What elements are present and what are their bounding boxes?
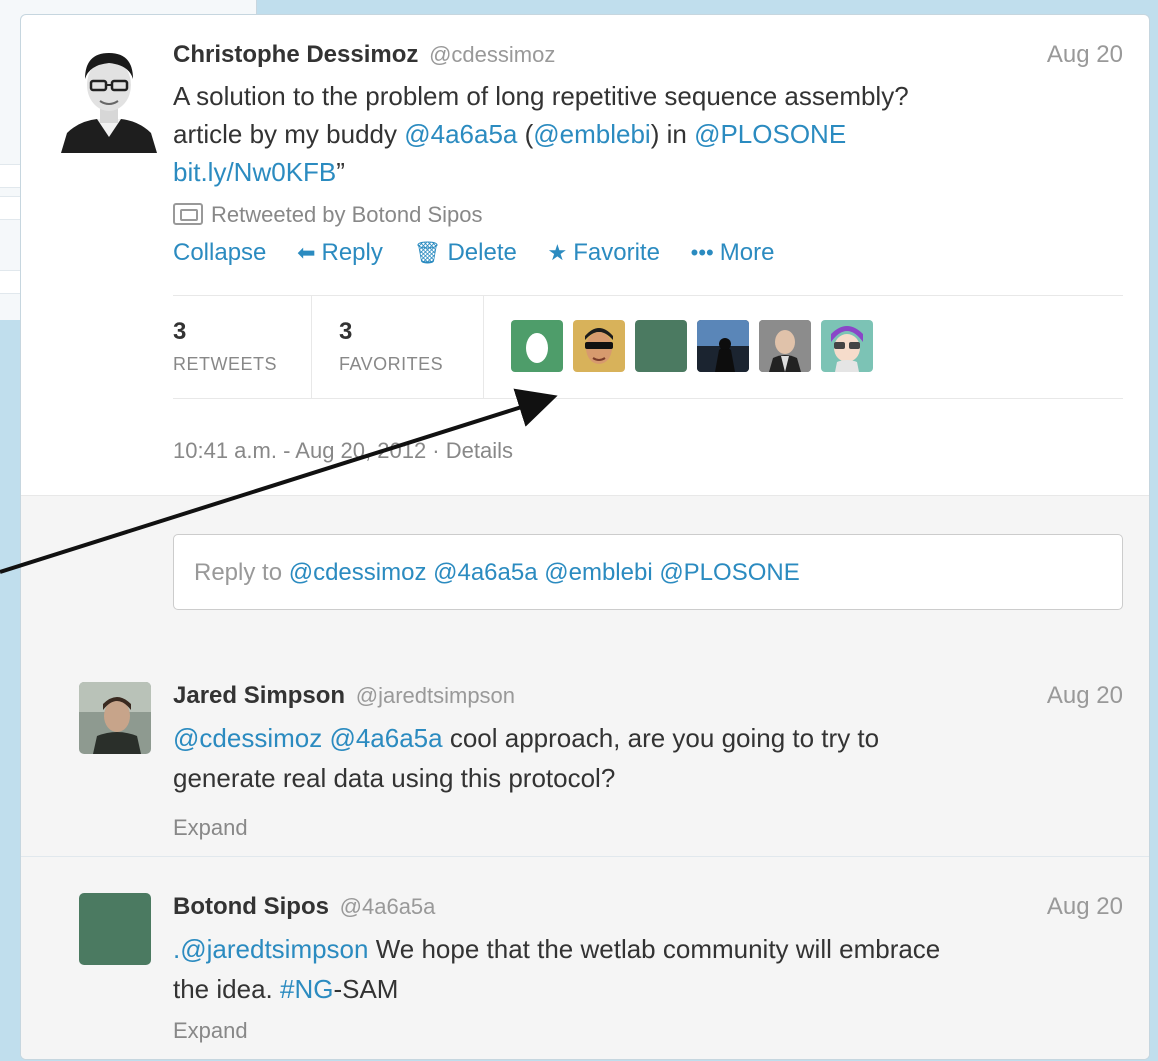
more-button[interactable]: ••• More bbox=[691, 237, 775, 269]
tweet-card: Christophe Dessimoz @cdessimoz Aug 20 A … bbox=[20, 14, 1150, 1060]
reply-text-segment: We hope that the wetlab community will e… bbox=[368, 934, 941, 964]
sunglasses-avatar[interactable] bbox=[573, 320, 625, 372]
favorites-label: FAVORITES bbox=[339, 354, 444, 374]
star-icon: ★ bbox=[547, 240, 568, 265]
reply-mentions: @cdessimoz @4a6a5a @emblebi @PLOSONE bbox=[288, 559, 800, 586]
closing-quote: ” bbox=[336, 157, 345, 187]
tweet-text-line: A solution to the problem of long repeti… bbox=[173, 81, 909, 111]
delete-button[interactable]: 🗑 Delete bbox=[414, 237, 517, 269]
mention-plosone[interactable]: @PLOSONE bbox=[694, 119, 846, 149]
reply-prefix: Reply to bbox=[194, 559, 289, 586]
reply-tweet-jared[interactable]: Jared Simpson @jaredtsimpson Aug 20 @cde… bbox=[21, 646, 1149, 857]
reply-header: Botond Sipos @4a6a5a bbox=[173, 893, 435, 921]
retweeted-by: Retweeted by Botond Sipos bbox=[173, 201, 483, 229]
suit-avatar[interactable] bbox=[759, 320, 811, 372]
mention-4a6a5a[interactable]: @4a6a5a bbox=[329, 723, 442, 753]
favorites-stat[interactable]: 3 FAVORITES bbox=[311, 296, 484, 398]
reply-text-segment: the idea. bbox=[173, 974, 280, 1004]
left-panel-row bbox=[0, 164, 21, 188]
left-panel-row bbox=[0, 196, 21, 220]
reply-author-name[interactable]: Botond Sipos bbox=[173, 893, 329, 920]
author-name[interactable]: Christophe Dessimoz bbox=[173, 41, 418, 68]
tweet-text-segment: article by my buddy bbox=[173, 119, 405, 149]
expanded-tweet[interactable]: Christophe Dessimoz @cdessimoz Aug 20 A … bbox=[21, 15, 1149, 495]
delete-label: Delete bbox=[447, 239, 517, 266]
avatar-christophe-dessimoz[interactable] bbox=[53, 41, 165, 153]
reply-text-line: .@jaredtsimpson We hope that the wetlab … bbox=[173, 929, 1123, 969]
trash-icon: 🗑 bbox=[413, 240, 442, 265]
reply-text: .@jaredtsimpson We hope that the wetlab … bbox=[173, 929, 1123, 1009]
collapse-button[interactable]: Collapse bbox=[173, 237, 266, 269]
favorites-count: 3 bbox=[339, 318, 353, 345]
tweet-link[interactable]: bit.ly/Nw0KFB bbox=[173, 157, 336, 187]
reply-label: Reply bbox=[321, 239, 383, 266]
tweet-timestamp[interactable]: 10:41 a.m. - Aug 20, 2012 · Details bbox=[173, 437, 513, 465]
reply-text-line: generate real data using this protocol? bbox=[173, 763, 616, 793]
reply-author-name[interactable]: Jared Simpson bbox=[173, 682, 345, 709]
hashtag-ng[interactable]: #NG bbox=[280, 974, 333, 1004]
retweets-label: RETWEETS bbox=[173, 354, 278, 374]
green-square-avatar[interactable] bbox=[635, 320, 687, 372]
avatar-jared-simpson[interactable] bbox=[79, 682, 151, 754]
tweet-header: Christophe Dessimoz @cdessimoz bbox=[173, 41, 555, 69]
reply-text-segment: cool approach, are you going to try to bbox=[442, 723, 880, 753]
reply-text-line: @cdessimoz @4a6a5a cool approach, are yo… bbox=[173, 718, 1123, 758]
reply-text: @cdessimoz @4a6a5a cool approach, are yo… bbox=[173, 718, 1123, 798]
more-label: More bbox=[719, 239, 775, 266]
reply-text-segment: -SAM bbox=[333, 974, 399, 1004]
reply-button[interactable]: ⬅ Reply bbox=[297, 237, 383, 269]
cartoon-avatar[interactable] bbox=[821, 320, 873, 372]
tweet-actions: Collapse ⬅ Reply 🗑 Delete ★ Favorite ••• Mor… bbox=[173, 237, 798, 269]
reply-text-line: the idea. #NG-SAM bbox=[173, 969, 1123, 1009]
tweet-text: A solution to the problem of long repeti… bbox=[173, 77, 1123, 191]
reply-header: Jared Simpson @jaredtsimpson bbox=[173, 682, 515, 710]
mention-emblebi[interactable]: @emblebi bbox=[533, 119, 650, 149]
author-handle[interactable]: @cdessimoz bbox=[429, 42, 555, 67]
tweet-date[interactable]: Aug 20 bbox=[1047, 41, 1123, 69]
reply-tweet-botond[interactable]: Botond Sipos @4a6a5a Aug 20 .@jaredtsimp… bbox=[21, 857, 1149, 1059]
mention-cdessimoz[interactable]: @cdessimoz bbox=[173, 723, 322, 753]
expand-link[interactable]: Expand bbox=[173, 1017, 248, 1045]
night-photo-avatar[interactable] bbox=[697, 320, 749, 372]
expand-link[interactable]: Expand bbox=[173, 814, 248, 842]
mention-jaredtsimpson[interactable]: @jaredtsimpson bbox=[180, 934, 368, 964]
reply-area: Reply to @cdessimoz @4a6a5a @emblebi @PL… bbox=[21, 495, 1149, 647]
tweet-text-line: article by my buddy @4a6a5a (@emblebi) i… bbox=[173, 115, 1123, 153]
retweets-count: 3 bbox=[173, 318, 187, 345]
collapse-label: Collapse bbox=[173, 239, 267, 266]
avatar-botond-sipos[interactable] bbox=[79, 893, 151, 965]
tweet-text-segment: ( bbox=[517, 119, 534, 149]
reply-input[interactable]: Reply to @cdessimoz @4a6a5a @emblebi @PL… bbox=[173, 534, 1123, 610]
reply-date[interactable]: Aug 20 bbox=[1047, 893, 1123, 921]
reply-date[interactable]: Aug 20 bbox=[1047, 682, 1123, 710]
tweet-text-segment: ) in bbox=[650, 119, 695, 149]
reply-author-handle[interactable]: @jaredtsimpson bbox=[356, 683, 515, 708]
tweet-text-line: bit.ly/Nw0KFB” bbox=[173, 153, 1123, 191]
mention-4a6a5a[interactable]: @4a6a5a bbox=[404, 119, 517, 149]
reply-arrow-icon: ⬅ bbox=[297, 240, 316, 265]
favorite-label: Favorite bbox=[573, 239, 660, 266]
retweet-icon bbox=[173, 203, 203, 225]
favorite-button[interactable]: ★ Favorite bbox=[548, 237, 660, 269]
reply-author-handle[interactable]: @4a6a5a bbox=[340, 894, 436, 919]
retweets-stat[interactable]: 3 RETWEETS bbox=[173, 296, 312, 398]
retweeted-by-text[interactable]: Retweeted by Botond Sipos bbox=[211, 202, 483, 227]
left-panel-row bbox=[0, 270, 21, 294]
tweet-stats: 3 RETWEETS 3 FAVORITES bbox=[173, 295, 1123, 399]
more-dots-icon: ••• bbox=[690, 240, 714, 265]
egg-avatar[interactable] bbox=[511, 320, 563, 372]
